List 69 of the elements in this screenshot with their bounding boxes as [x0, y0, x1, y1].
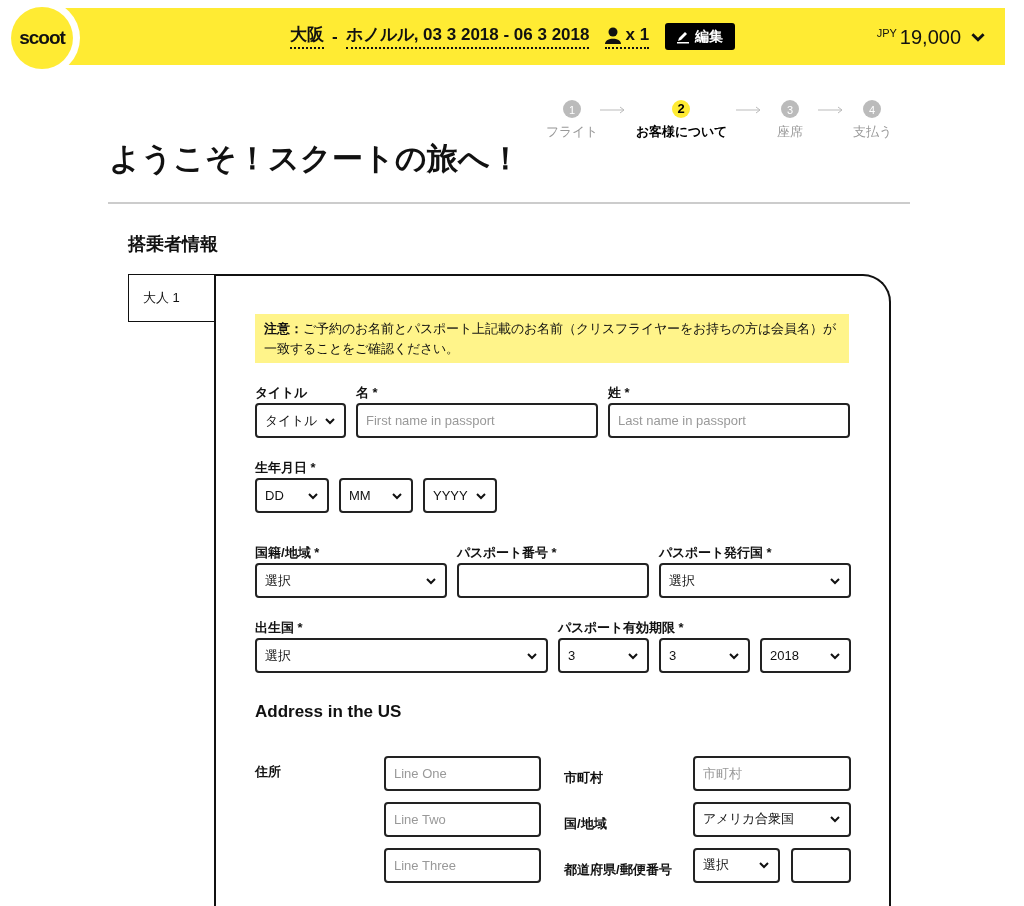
input-field[interactable]: Line Three — [384, 847, 541, 883]
dropdown[interactable]: MM — [339, 478, 413, 513]
dropdown[interactable]: YYYY — [423, 478, 497, 513]
step-label: 支払う — [852, 123, 892, 141]
field-label: 国/地域 — [564, 814, 608, 833]
input-field[interactable]: Line One — [384, 755, 541, 791]
step-number: 4 — [863, 100, 881, 118]
input-field[interactable]: 市町村 — [693, 755, 851, 791]
chevron-down-icon — [728, 650, 740, 661]
chevron-down-icon — [627, 650, 639, 661]
chevron-down-icon — [829, 814, 841, 824]
field-label: 住所 — [255, 762, 282, 781]
input-field[interactable]: First name in passport — [356, 403, 598, 438]
chevron-down-icon — [829, 650, 841, 661]
passenger-tab[interactable]: 大人 1 — [128, 274, 215, 322]
dropdown[interactable]: タイトル — [255, 403, 346, 438]
chevron-down-icon — [391, 490, 403, 501]
chevron-down-icon — [829, 575, 841, 586]
field-label: 国籍/地域 * — [255, 544, 321, 562]
separator: - — [332, 25, 338, 48]
dropdown[interactable]: 選択 — [255, 563, 447, 598]
dropdown[interactable]: DD — [255, 478, 329, 513]
person-icon — [605, 27, 622, 44]
logo[interactable]: scoot — [11, 7, 73, 69]
arrow-icon — [818, 106, 844, 114]
chevron-down-icon — [425, 575, 437, 586]
field-label: パスポート有効期限 * — [558, 619, 685, 637]
notice-text: 注意：ご予約のお名前とパスポート上記載のお名前（クリスフライヤーをお持ちの方は会員名）が一致することをご確認ください。 — [255, 314, 849, 363]
field-label: 生年月日 * — [255, 459, 317, 477]
field-label: 姓 * — [608, 384, 631, 402]
dropdown[interactable]: 選択 — [255, 638, 548, 673]
chevron-down-icon — [475, 490, 487, 501]
step-label: 座席 — [777, 123, 803, 141]
passenger-count[interactable]: x 1 — [605, 24, 650, 49]
field-label: 市町村 — [564, 768, 604, 787]
step-number: 2 — [672, 100, 690, 118]
edit-button[interactable]: 編集 — [665, 23, 736, 50]
input-field[interactable]: Last name in passport — [608, 403, 850, 438]
input-field[interactable] — [457, 563, 649, 598]
field-label: タイトル — [255, 384, 308, 402]
step-number: 3 — [781, 100, 799, 118]
field-label: 都道府県/郵便番号 — [564, 860, 673, 879]
page-title: ようこそ！スクートの旅へ！ — [109, 139, 522, 178]
arrow-icon — [736, 106, 762, 114]
chevron-down-icon — [758, 860, 770, 870]
field-label: 出生国 * — [255, 619, 304, 637]
chevron-down-icon — [307, 490, 319, 501]
address-heading: Address in the US — [255, 701, 403, 723]
step-label: フライト — [546, 123, 598, 141]
dropdown[interactable]: 2018 — [760, 638, 851, 673]
input-field[interactable] — [791, 847, 851, 883]
origin-link[interactable]: 大阪 — [290, 24, 324, 49]
route-link[interactable]: ホノルル, 03 3 2018 - 06 3 2018 — [345, 24, 590, 49]
input-field[interactable]: Line Two — [384, 801, 541, 837]
section-title: 搭乗者情報 — [128, 233, 219, 256]
field-label: パスポート番号 * — [457, 544, 558, 562]
dropdown[interactable]: 選択 — [659, 563, 851, 598]
pencil-icon — [677, 29, 690, 44]
chevron-down-icon — [526, 650, 538, 661]
dropdown[interactable]: 3 — [659, 638, 750, 673]
field-label: 名 * — [356, 384, 379, 402]
dropdown[interactable]: 3 — [558, 638, 649, 673]
dropdown[interactable]: アメリカ合衆国 — [693, 801, 851, 837]
chevron-down-icon — [324, 415, 336, 426]
step-number: 1 — [563, 100, 581, 118]
dropdown[interactable]: 選択 — [693, 847, 780, 883]
step-label: お客様について — [635, 123, 727, 141]
field-label: パスポート発行国 * — [659, 544, 773, 562]
arrow-icon — [600, 106, 626, 114]
